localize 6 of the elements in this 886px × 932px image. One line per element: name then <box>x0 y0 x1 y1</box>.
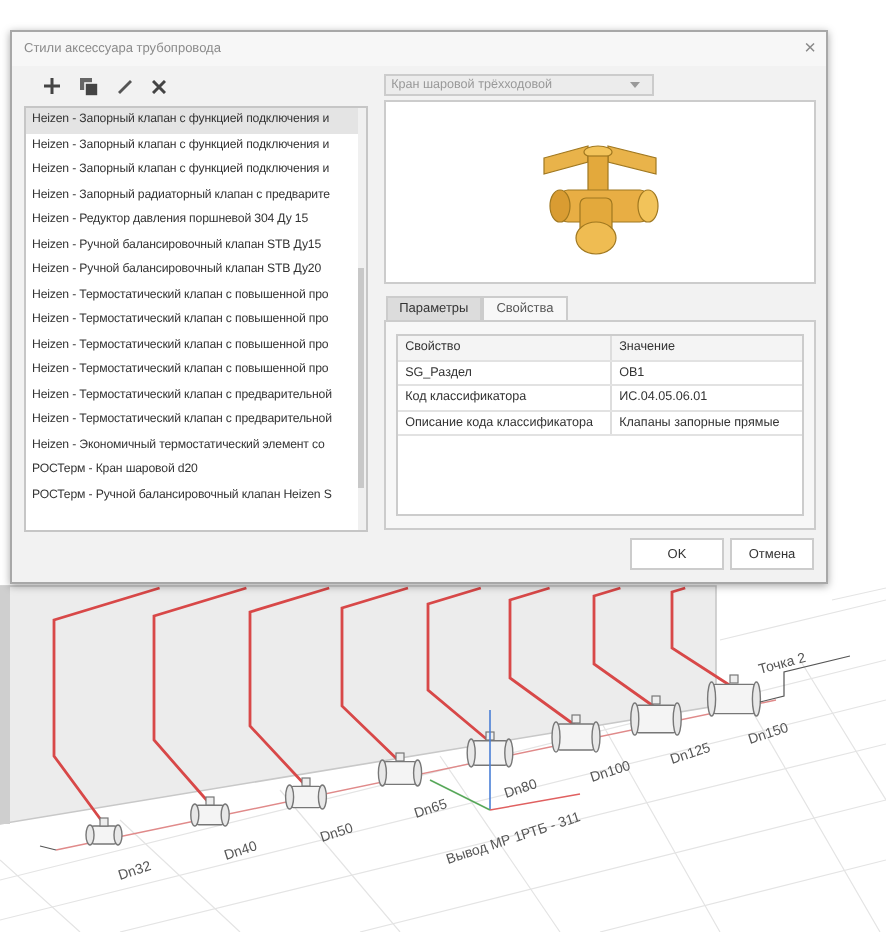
pencil-icon[interactable] <box>118 79 132 93</box>
scrollbar[interactable] <box>357 108 366 530</box>
delete-icon[interactable] <box>152 79 166 93</box>
copy-icon[interactable] <box>80 77 98 95</box>
caret-icon <box>629 82 640 88</box>
add-icon[interactable] <box>44 78 60 94</box>
